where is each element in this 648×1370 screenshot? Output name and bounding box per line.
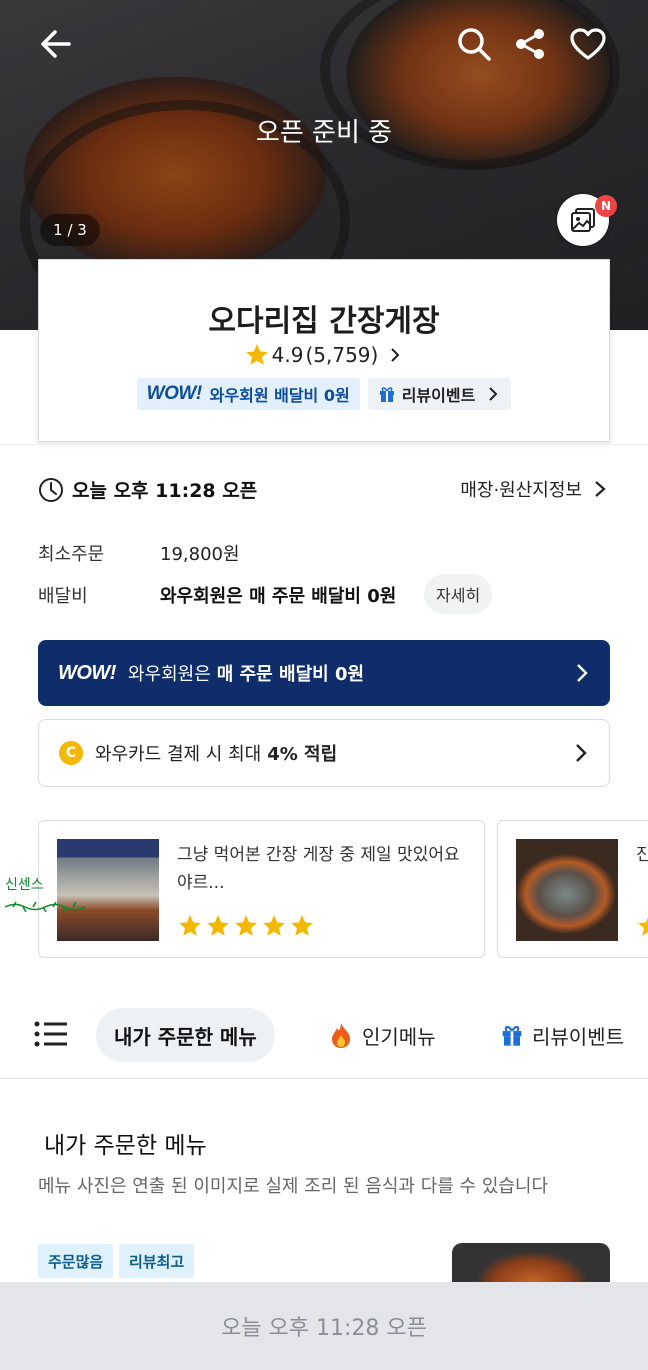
wow-tag-text: 와우회원 배달비 0원 [209,386,350,405]
store-origin-info-link[interactable]: 매장·원산지정보 [460,476,608,502]
bottom-open-time-bar: 오늘 오후 11:28 오픈 [0,1282,648,1370]
vine-decoration [5,901,85,913]
section-title: 내가 주문한 메뉴 [44,1133,207,1159]
search-button[interactable] [452,22,496,66]
store-tags: WOW! 와우회원 배달비 0원 리뷰이벤트 [39,378,609,410]
review-stars [177,913,315,939]
chevron-right-icon [576,744,587,762]
delivery-fee-value: 와우회원은 매 주문 배달비 0원 [160,586,397,607]
review-event-label: 리뷰이벤트 [401,386,476,405]
image-page-indicator: 1 / 3 [40,214,100,246]
tab-review-event[interactable]: 리뷰이벤트 [500,1008,624,1062]
origin-link-label: 매장·원산지정보 [460,480,582,501]
min-order-value: 19,800원 [160,544,240,565]
open-time-row: 오늘 오후 11:28 오픈 [38,476,257,503]
card-banner-emphasis: 4% 적립 [267,744,338,765]
wow-banner-emphasis: 매 주문 배달비 0원 [216,664,365,685]
photo-gallery-icon [571,208,595,232]
review-text: 진 [636,841,648,869]
star-icon [245,344,268,365]
wow-logo: WOW! [146,383,202,404]
gift-icon [502,1025,522,1046]
badge-most-ordered: 주문많음 [38,1244,114,1278]
gift-icon [379,387,394,402]
star-icon [638,917,648,936]
wow-membership-banner[interactable]: WOW! 와우회원은 매 주문 배달비 0원 [38,640,610,706]
delivery-detail-button[interactable]: 자세히 [424,574,493,614]
card-banner-prefix: 와우카드 결제 시 최대 [95,744,262,765]
review-stars [636,913,648,939]
chevron-right-icon [577,664,588,682]
star-icon [291,915,313,936]
tab-my-ordered-menu[interactable]: 내가 주문한 메뉴 [96,1008,275,1062]
coin-icon: C [59,741,83,765]
star-icon [263,915,285,936]
wow-delivery-tag: WOW! 와우회원 배달비 0원 [136,378,360,410]
badge-top-reviewed: 리뷰최고 [119,1244,195,1278]
back-arrow-icon [41,30,71,58]
share-icon [516,29,544,59]
chevron-right-icon [595,481,606,497]
tab-popular-menu[interactable]: 인기메뉴 [328,1008,436,1062]
min-order-label: 최소주문 [38,544,105,565]
chevron-right-icon [489,387,498,401]
favorite-button[interactable] [566,22,610,66]
review-card[interactable]: 그냥 먹어본 간장 게장 중 제일 맛있어요 야르... [38,820,485,958]
wow-banner-prefix: 와우회원은 [127,664,211,685]
divider [0,1078,648,1079]
menu-tabs: 내가 주문한 메뉴 인기메뉴 리뷰이벤트 [0,1004,648,1064]
divider [0,444,648,445]
section-subtitle: 메뉴 사진은 연출 된 이미지로 실제 조리 된 음식과 다를 수 있습니다 [38,1176,549,1197]
review-card[interactable]: 진 [497,820,648,958]
wow-card-banner[interactable]: C 와우카드 결제 시 최대 4% 적립 [38,719,610,787]
back-button[interactable] [34,22,78,66]
tab-review-event-label: 리뷰이벤트 [532,1024,624,1049]
wow-logo: WOW! [58,661,116,684]
star-icon [235,915,257,936]
star-icon [179,915,201,936]
menu-list-icon[interactable] [34,1020,68,1048]
new-badge: N [595,195,617,217]
review-event-tag[interactable]: 리뷰이벤트 [367,378,512,410]
search-icon [458,28,491,61]
rating-link[interactable]: 4.9 (5,759) [39,342,609,368]
review-text: 그냥 먹어본 간장 게장 중 제일 맛있어요 야르... [177,845,460,893]
review-count: (5,759) [305,343,379,367]
review-photo [516,839,618,941]
star-icon [207,915,229,936]
store-name: 오다리집 간장게장 [208,304,440,339]
rating-value: 4.9 [271,343,304,367]
delivery-fee-label: 배달비 [38,586,88,607]
review-photo [57,839,159,941]
tab-popular-label: 인기메뉴 [362,1024,436,1049]
chevron-right-icon [391,348,400,362]
clock-icon [39,477,63,502]
overlay-tag: 신센스 [5,877,44,893]
store-status-overlay: 오픈 준비 중 [255,118,393,148]
share-button[interactable] [508,22,552,66]
heart-icon [570,28,606,60]
fire-icon [332,1023,350,1048]
open-time-text: 오늘 오후 11:28 오픈 [72,480,258,502]
store-card: 오다리집 간장게장 4.9 (5,759) WOW! 와우회원 배달비 0원 리… [38,259,610,442]
